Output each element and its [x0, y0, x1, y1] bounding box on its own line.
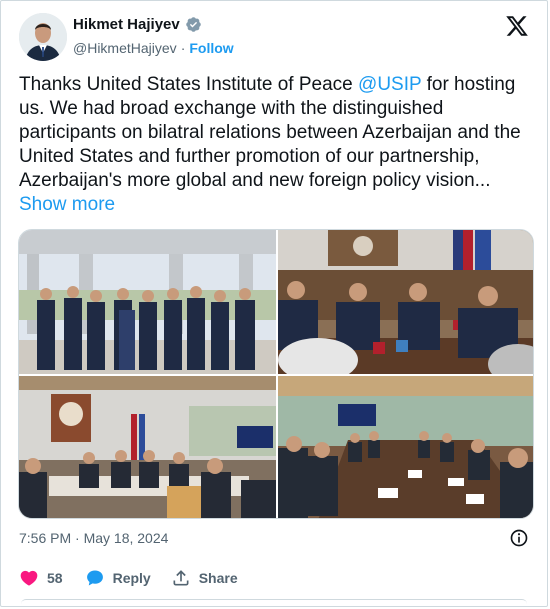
show-more-link[interactable]: Show more: [19, 194, 115, 215]
mention-link[interactable]: @USIP: [358, 74, 421, 95]
tweet-text-part1: Thanks United States Institute of Peace: [19, 74, 359, 95]
author-handle[interactable]: @HikmetHajiyev: [73, 40, 177, 56]
photo-grid: [18, 229, 534, 519]
photo-2[interactable]: [278, 230, 533, 374]
bottom-divider: [21, 599, 527, 604]
reply-label: Reply: [112, 570, 151, 586]
tweet-card: Hikmet Hajiyev @HikmetHajiyev · Follow T…: [0, 0, 548, 607]
reply-bubble-icon: [86, 570, 103, 586]
photo-4[interactable]: [278, 376, 533, 518]
photo-3[interactable]: [19, 376, 276, 518]
reply-button[interactable]: Reply: [85, 568, 151, 588]
info-icon[interactable]: [509, 528, 529, 548]
share-label: Share: [198, 570, 238, 586]
tweet-timestamp[interactable]: 7:56 PM · May 18, 2024: [19, 530, 168, 546]
separator-dot: ·: [180, 40, 186, 56]
action-bar: 58 Reply Share: [19, 568, 258, 588]
photo-1[interactable]: [19, 230, 276, 374]
avatar[interactable]: [19, 13, 67, 61]
author-name[interactable]: Hikmet Hajiyev: [73, 16, 180, 33]
heart-icon: [20, 570, 38, 586]
share-button[interactable]: Share: [171, 568, 238, 588]
verified-badge-icon: [185, 17, 201, 32]
like-count: 58: [47, 570, 63, 586]
follow-button[interactable]: Follow: [189, 40, 233, 56]
share-upload-icon: [173, 570, 189, 586]
x-logo-icon[interactable]: [505, 14, 529, 38]
like-button[interactable]: 58: [19, 568, 63, 588]
tweet-text: Thanks United States Institute of Peace …: [19, 73, 534, 217]
